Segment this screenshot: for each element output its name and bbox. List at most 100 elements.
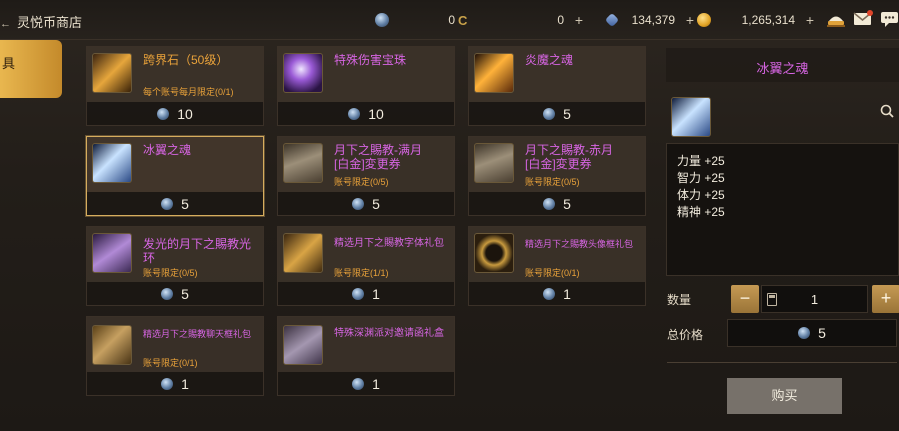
gem-icon	[161, 197, 174, 210]
quantity-label: 数量	[667, 293, 692, 307]
back-button[interactable]: ← 灵悦币商店	[0, 12, 82, 31]
gift-box-icon	[92, 233, 132, 273]
gem-icon	[161, 287, 174, 300]
item-price-value: 5	[181, 195, 189, 212]
currency-crystal-add-button[interactable]: +	[686, 12, 694, 28]
currency-gold: 1,265,314 +	[697, 11, 814, 29]
stone-icon	[92, 53, 132, 93]
currency-c-add-button[interactable]: +	[575, 12, 583, 28]
buy-button[interactable]: 购买	[727, 378, 842, 414]
orb-icon	[283, 53, 323, 93]
item-price-value: 5	[181, 285, 189, 302]
stat-intelligence: 智力 +25	[677, 171, 725, 185]
item-price-value: 1	[372, 285, 380, 302]
stat-vitality: 体力 +25	[677, 188, 725, 202]
currency-gem-value: 0	[448, 13, 455, 27]
item-name: 精选月下之賜教聊天框礼包	[143, 329, 252, 339]
item-price-value: 5	[563, 105, 571, 122]
ticket-icon	[474, 143, 514, 183]
shop-title: 灵悦币商店	[17, 15, 83, 30]
shop-item-moon-halo[interactable]: 发光的月下之賜教光环 账号限定(0/5) 5	[86, 226, 264, 306]
item-price: 5	[87, 192, 263, 215]
chat-frame-icon	[92, 325, 132, 365]
shop-item-font-pack[interactable]: 精选月下之賜教字体礼包 账号限定(1/1) 1	[277, 226, 455, 306]
quantity-increase-button[interactable]: +	[872, 285, 899, 313]
item-name: 冰翼之魂	[143, 143, 192, 157]
item-name: 炎魔之魂	[525, 53, 574, 67]
gem-icon	[543, 287, 556, 300]
flame-soul-icon	[474, 53, 514, 93]
gem-icon	[543, 197, 556, 210]
item-name: 月下之賜教-赤月 [白金]変更券	[525, 143, 613, 171]
gem-icon	[157, 107, 170, 120]
item-price: 5	[469, 192, 645, 215]
item-price: 5	[469, 102, 645, 125]
quantity-value: 1	[810, 292, 819, 307]
shop-item-ice-wing-soul[interactable]: 冰翼之魂 5	[86, 136, 264, 216]
item-price-value: 5	[563, 195, 571, 212]
currency-c: C 0 +	[458, 11, 583, 29]
divider	[667, 362, 897, 363]
item-price: 10	[87, 102, 263, 125]
back-arrow-icon: ←	[0, 18, 11, 30]
gem-icon	[348, 107, 361, 120]
item-limit: 账号限定(1/1)	[334, 268, 389, 278]
total-price-label: 总价格	[667, 328, 704, 342]
item-name: 特殊伤害宝珠	[334, 53, 407, 67]
item-price-value: 1	[563, 285, 571, 302]
quantity-input[interactable]: 1	[761, 285, 868, 313]
stat-strength: 力量 +25	[677, 154, 725, 168]
item-price-value: 10	[368, 105, 384, 122]
item-price: 1	[469, 282, 645, 305]
shop-item-flame-soul[interactable]: 炎魔之魂 5	[468, 46, 646, 126]
shop-item-damage-orb[interactable]: 特殊伤害宝珠 10	[277, 46, 455, 126]
item-name: 发光的月下之賜教光环	[143, 237, 252, 265]
category-tab-items[interactable]: 具	[0, 40, 62, 98]
gem-icon	[375, 13, 389, 27]
mail-icon[interactable]	[853, 10, 873, 28]
item-limit: 账号限定(0/5)	[143, 268, 198, 278]
category-tab-label: 具	[2, 56, 16, 71]
total-price-box: 5	[727, 319, 897, 347]
currency-c-value: 0	[557, 13, 564, 27]
item-price-value: 1	[372, 375, 380, 392]
pudding-icon[interactable]	[826, 10, 846, 28]
item-price-value: 1	[181, 375, 189, 392]
magnify-icon[interactable]	[880, 104, 894, 122]
scroll-icon	[283, 233, 323, 273]
quantity-decrease-button[interactable]: −	[731, 285, 759, 313]
shop-item-fullmoon-ticket[interactable]: 月下之賜教-满月 [白金]変更券 账号限定(0/5) 5	[277, 136, 455, 216]
shop-item-avatar-frame-pack[interactable]: 精选月下之賜教头像框礼包 账号限定(0/1) 1	[468, 226, 646, 306]
currency-gold-add-button[interactable]: +	[806, 12, 814, 28]
detail-title-bar: 冰翼之魂	[666, 48, 899, 82]
item-price: 5	[278, 192, 454, 215]
chat-icon[interactable]	[880, 10, 899, 28]
ticket-icon	[283, 143, 323, 183]
gem-icon	[161, 377, 174, 390]
item-name: 精选月下之賜教字体礼包	[334, 238, 444, 249]
item-price: 1	[278, 282, 454, 305]
item-limit: 账号限定(0/5)	[525, 177, 580, 187]
item-name: 特殊深渊派对邀请函礼盒	[334, 328, 444, 339]
currency-crystal: 134,379 +	[604, 11, 694, 29]
shop-item-cross-stone[interactable]: 跨界石（50级） 每个账号每月限定(0/1) 10	[86, 46, 264, 126]
gem-icon	[352, 377, 365, 390]
detail-item-icon	[671, 97, 711, 137]
item-price: 1	[278, 372, 454, 395]
shop-item-abyss-invitation-chest[interactable]: 特殊深渊派对邀请函礼盒 1	[277, 316, 455, 396]
total-price-value: 5	[818, 325, 826, 341]
item-price: 1	[87, 372, 263, 395]
gem-icon	[352, 287, 365, 300]
chest-icon	[283, 325, 323, 365]
gem-icon	[543, 107, 556, 120]
detail-title: 冰翼之魂	[756, 61, 809, 76]
shop-item-chat-frame-pack[interactable]: 精选月下之賜教聊天框礼包 账号限定(0/1) 1	[86, 316, 264, 396]
top-bar: ← 灵悦币商店 0 C 0 + 134,379 + 1,265,314 +	[0, 0, 899, 40]
item-limit: 账号限定(0/1)	[525, 268, 580, 278]
item-name: 月下之賜教-满月 [白金]変更券	[334, 143, 422, 171]
gem-icon	[352, 197, 365, 210]
gem-icon	[798, 327, 811, 339]
item-limit: 每个账号每月限定(0/1)	[143, 87, 234, 97]
shop-item-redmoon-ticket[interactable]: 月下之賜教-赤月 [白金]変更券 账号限定(0/5) 5	[468, 136, 646, 216]
ice-wing-icon	[92, 143, 132, 183]
